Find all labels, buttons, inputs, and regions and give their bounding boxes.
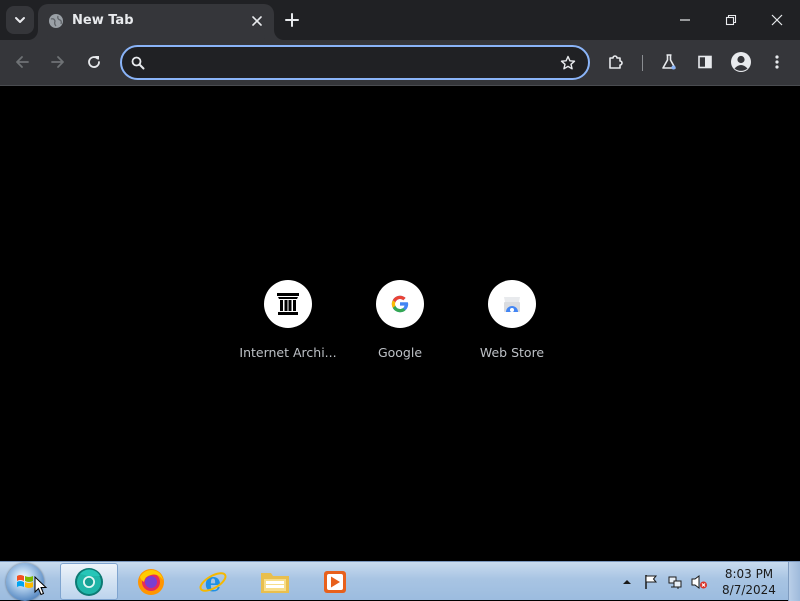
star-icon xyxy=(560,55,576,70)
new-tab-page: Internet Archi... Google Web Store xyxy=(0,87,800,561)
chevron-down-icon xyxy=(15,17,25,23)
shortcut-label: Internet Archi... xyxy=(239,345,337,360)
bookmark-star-button[interactable] xyxy=(558,53,578,73)
taskbar-clock[interactable]: 8:03 PM 8/7/2024 xyxy=(712,566,786,598)
clock-date: 8/7/2024 xyxy=(722,583,776,597)
windows-taskbar: e 8:03 PM 8/7/2024 xyxy=(0,561,800,601)
shortcut-label: Web Store xyxy=(479,345,545,360)
shortcut-label: Google xyxy=(377,345,423,360)
side-panel-button[interactable] xyxy=(690,47,720,77)
forward-icon xyxy=(51,56,64,68)
reload-icon xyxy=(88,56,100,68)
back-button[interactable] xyxy=(7,47,37,77)
close-icon xyxy=(252,16,262,26)
explorer-icon xyxy=(261,572,289,593)
close-icon xyxy=(771,14,783,26)
menu-button[interactable] xyxy=(762,47,792,77)
shortcut-icon-circle xyxy=(376,280,424,328)
reload-button[interactable] xyxy=(79,47,109,77)
taskbar-chrome[interactable] xyxy=(60,563,118,600)
profile-icon xyxy=(731,52,751,72)
action-center-icon xyxy=(645,575,658,589)
mouse-cursor-icon xyxy=(34,576,48,596)
toolbar-separator xyxy=(642,55,643,71)
shortcut-internet-archive[interactable]: Internet Archi... xyxy=(232,277,344,373)
minimize-button[interactable] xyxy=(662,0,708,40)
windows-logo-icon xyxy=(17,575,33,588)
omnibox[interactable] xyxy=(120,45,590,80)
chrome-icon xyxy=(75,567,103,596)
browser-toolbar xyxy=(0,40,800,86)
shortcut-icon-circle xyxy=(488,280,536,328)
tab-title: New Tab xyxy=(72,13,134,28)
profile-button[interactable] xyxy=(726,47,756,77)
tab-strip: New Tab xyxy=(0,0,800,40)
shortcut-web-store[interactable]: Web Store xyxy=(456,277,568,373)
extensions-icon xyxy=(609,55,623,69)
labs-icon xyxy=(662,54,676,70)
webstore-icon xyxy=(504,297,520,312)
taskbar-internet-explorer[interactable]: e xyxy=(184,563,242,600)
search-icon xyxy=(131,56,145,70)
show-hidden-icons-button[interactable] xyxy=(618,571,636,593)
labs-button[interactable] xyxy=(654,47,684,77)
clock-time: 8:03 PM xyxy=(724,567,774,581)
tab-close-button[interactable] xyxy=(248,12,266,30)
back-icon xyxy=(16,56,29,68)
volume-button[interactable] xyxy=(690,571,708,593)
globe-icon xyxy=(49,14,63,28)
taskbar-firefox[interactable] xyxy=(122,563,180,600)
new-tab-button[interactable] xyxy=(280,8,304,32)
plus-icon xyxy=(285,13,299,27)
media-player-icon xyxy=(324,570,346,593)
menu-icon xyxy=(775,55,779,69)
svg-text:e: e xyxy=(205,568,222,597)
firefox-icon xyxy=(138,568,164,595)
restore-button[interactable] xyxy=(708,0,754,40)
show-desktop-button[interactable] xyxy=(788,562,800,601)
forward-button[interactable] xyxy=(43,47,73,77)
google-icon xyxy=(391,295,409,313)
side-panel-icon xyxy=(698,55,712,69)
close-window-button[interactable] xyxy=(754,0,800,40)
network-button[interactable] xyxy=(666,571,684,593)
shortcut-icon-circle xyxy=(264,280,312,328)
show-hidden-icon xyxy=(623,580,631,584)
taskbar-media-player[interactable] xyxy=(306,563,364,600)
ie-icon: e xyxy=(199,568,227,597)
network-icon xyxy=(668,576,682,589)
extensions-button[interactable] xyxy=(601,47,631,77)
archive-icon xyxy=(277,293,299,315)
action-center-button[interactable] xyxy=(642,571,660,593)
restore-icon xyxy=(725,14,737,26)
taskbar-file-explorer[interactable] xyxy=(246,563,304,600)
tab-new-tab[interactable]: New Tab xyxy=(38,4,274,40)
omnibox-input[interactable] xyxy=(152,51,552,75)
minimize-icon xyxy=(680,19,690,21)
shortcut-google[interactable]: Google xyxy=(344,277,456,373)
volume-muted-icon xyxy=(691,575,707,589)
